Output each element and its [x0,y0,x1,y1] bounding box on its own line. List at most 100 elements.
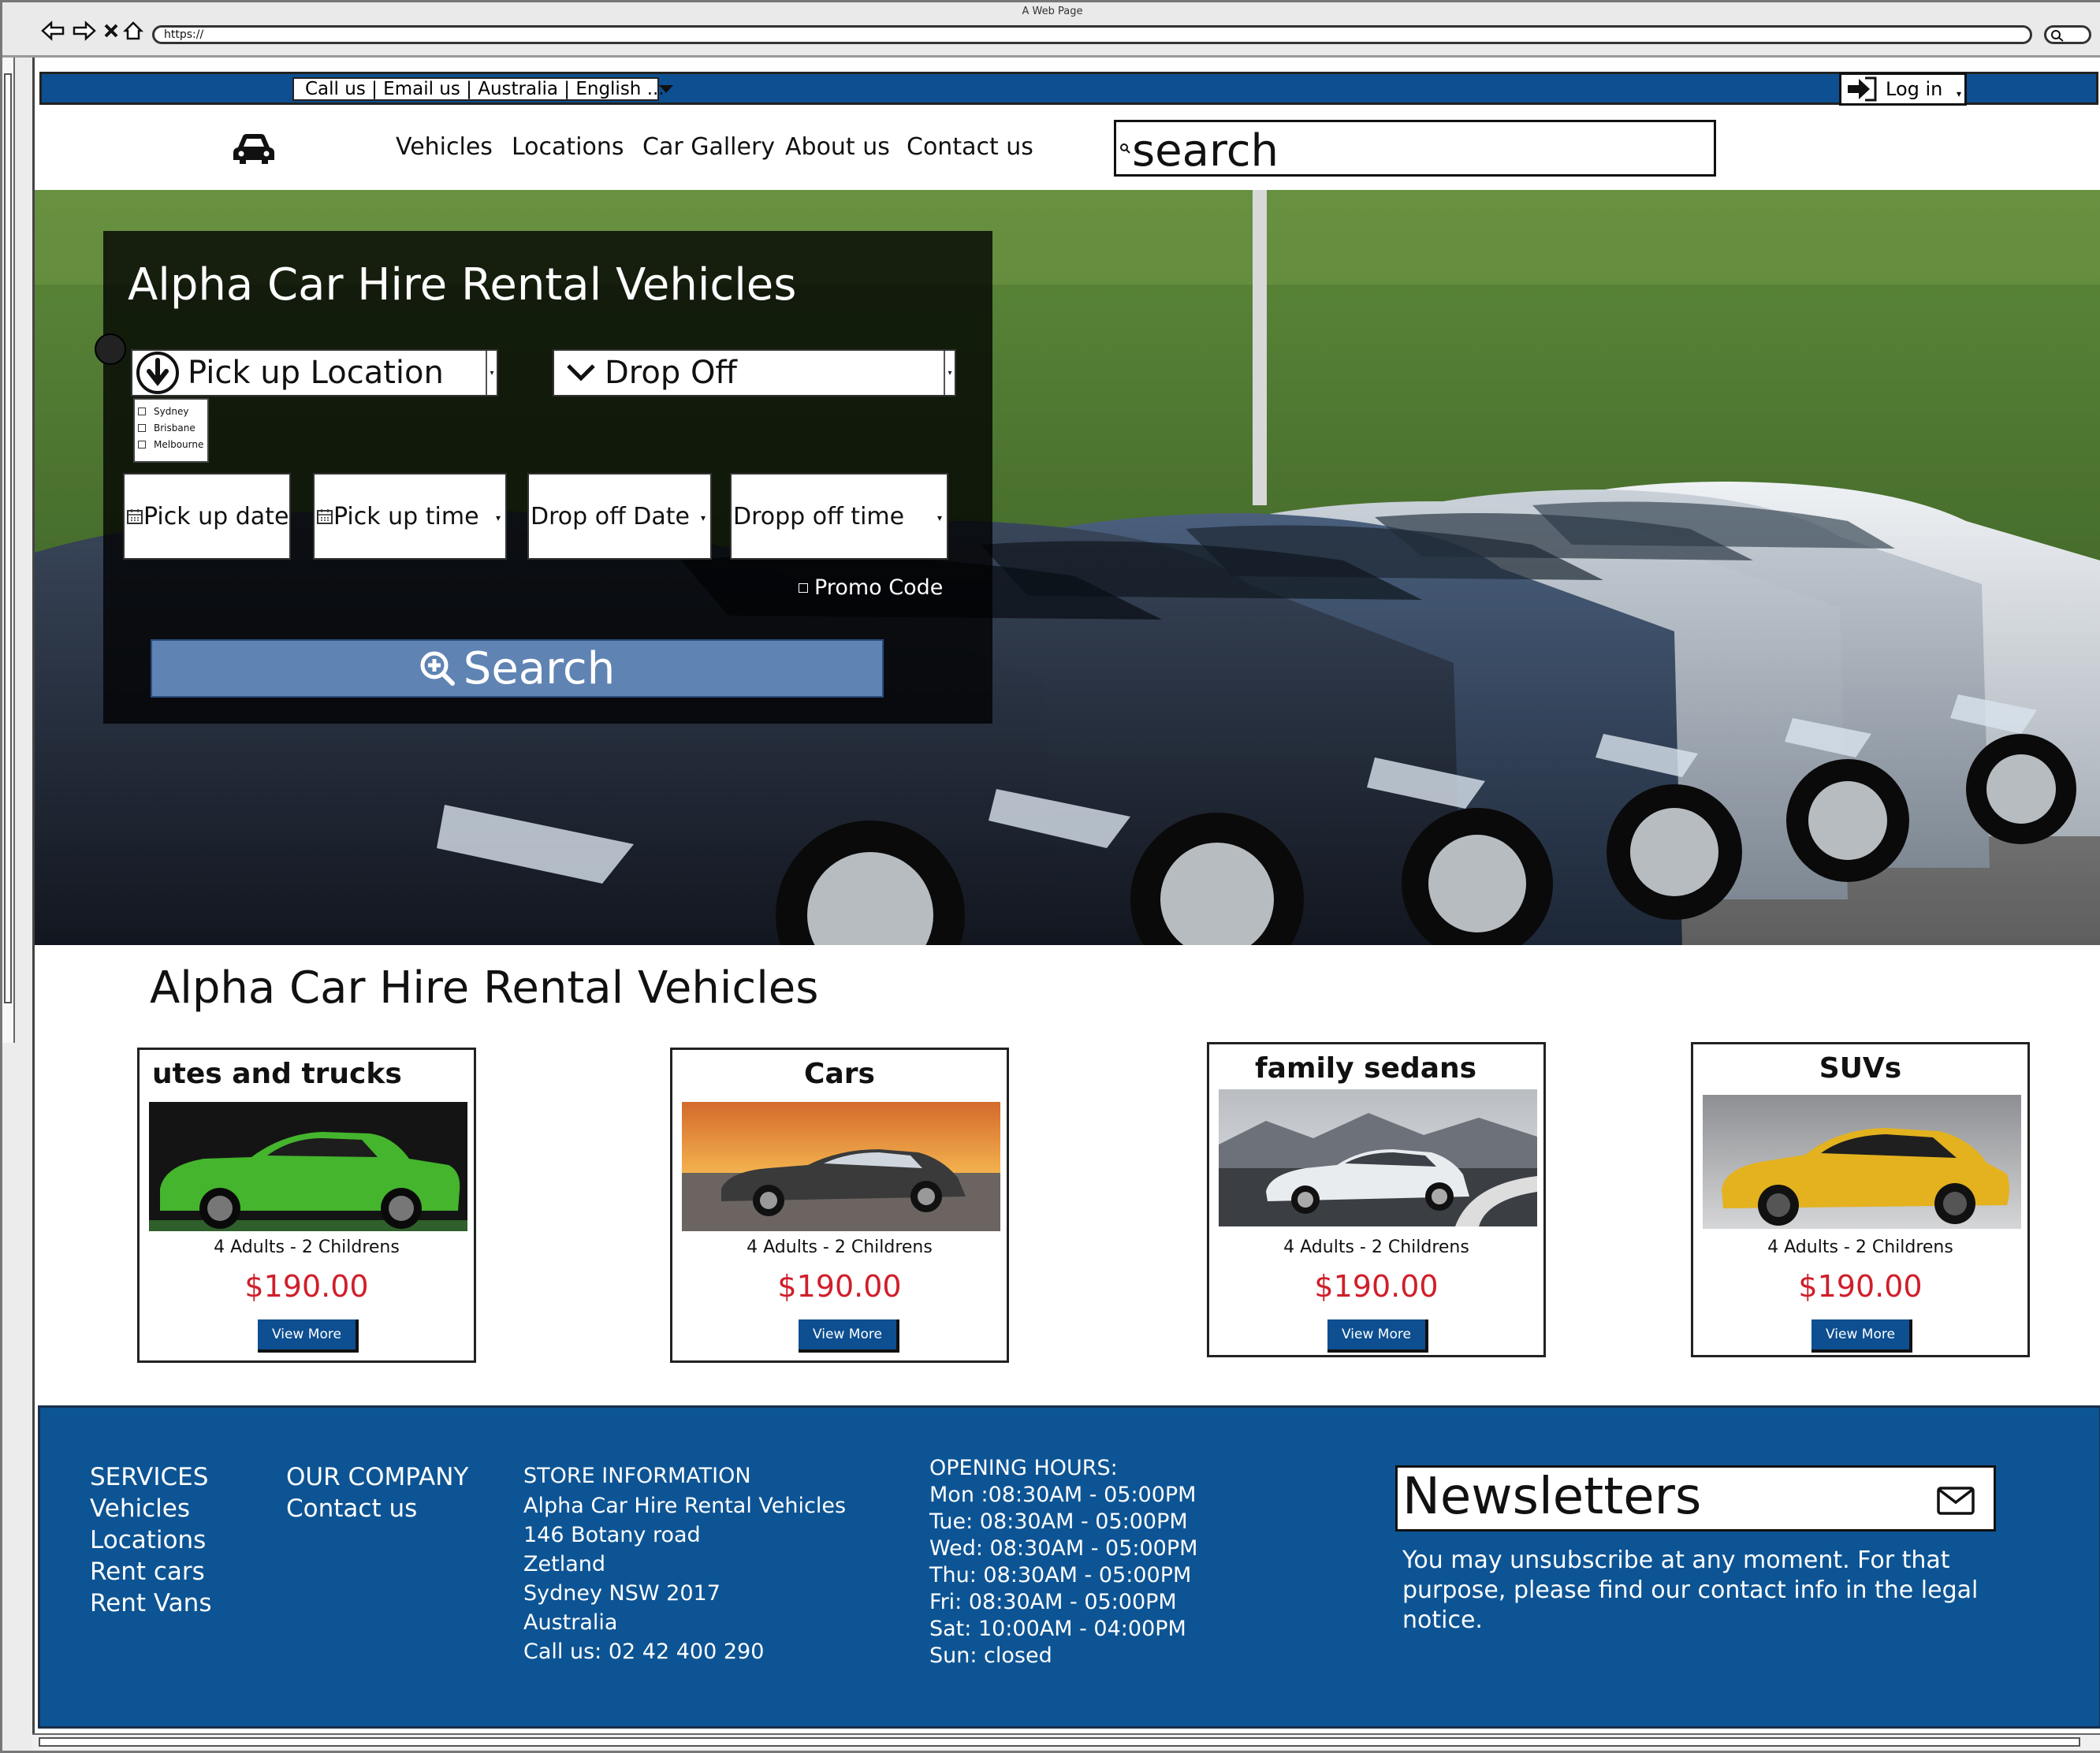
view-more-button[interactable]: View More [799,1319,899,1353]
footer-link-rent-vans[interactable]: Rent Vans [90,1587,211,1619]
footer-company: OUR COMPANY Contact us [286,1461,468,1524]
vehicles-section-title: Alpha Car Hire Rental Vehicles [150,962,819,1014]
vehicle-image [1219,1089,1537,1226]
dropoff-date-field[interactable]: Drop off Date ▾ [527,473,712,560]
checkbox[interactable] [138,440,146,448]
dropoff-time-label: Dropp off time [733,502,905,530]
chevron-down-icon: ▾ [1956,88,1961,99]
promo-code-label: Promo Code [814,575,944,600]
footer-link-rent-cars[interactable]: Rent cars [90,1556,211,1587]
pickup-location-label: Pick up Location [188,355,444,391]
view-more-button[interactable]: View More [258,1319,359,1353]
search-icon [1120,143,1130,154]
zoom-search-icon [420,651,455,686]
search-input[interactable]: search [1114,120,1716,177]
store-line: Australia [523,1610,618,1635]
nav-about-us[interactable]: About us [785,133,890,161]
dropoff-time-field[interactable]: Dropp off time ▾ [730,473,948,560]
location-option-label: Brisbane [154,422,195,434]
hours-line: Thu: 08:30AM - 05:00PM [929,1563,1192,1587]
collapse-toggle-icon[interactable] [95,333,126,365]
location-option-brisbane[interactable]: Brisbane [138,419,207,436]
main-nav: Vehicles Locations Car Gallery About us … [35,106,2100,190]
card-passengers: 4 Adults - 2 Childrens [1767,1238,1953,1257]
forward-icon[interactable] [72,18,97,43]
footer-heading: SERVICES [90,1463,209,1491]
vehicle-card-family-sedans[interactable]: family sedans 4 Adults - 2 Childrens $19… [1207,1042,1546,1357]
card-title: SUVs [1819,1052,1902,1085]
card-title: family sedans [1255,1052,1477,1085]
footer-heading: STORE INFORMATION [523,1464,751,1488]
contact-language-select[interactable]: Call us | Email us | Australia | English… [292,77,665,101]
footer-opening-hours: OPENING HOURS: Mon :08:30AM - 05:00PM Tu… [929,1455,1197,1669]
login-arrow-icon [1848,76,1877,102]
scrollbar-thumb[interactable] [4,73,12,1003]
scrollbar-thumb[interactable] [39,1737,2080,1747]
mail-icon[interactable] [1937,1487,1975,1515]
footer-services: SERVICES Vehicles Locations Rent cars Re… [90,1461,211,1619]
view-more-button[interactable]: View More [1811,1319,1912,1353]
search-placeholder: search [1132,125,1279,177]
store-line: 146 Botany road [523,1523,701,1547]
footer-link-vehicles[interactable]: Vehicles [90,1493,211,1524]
hours-line: Wed: 08:30AM - 05:00PM [929,1536,1198,1561]
promo-code-toggle[interactable]: Promo Code [799,575,943,600]
footer-link-contact-us[interactable]: Contact us [286,1493,468,1524]
vehicle-card-utes[interactable]: utes and trucks 4 Adults - 2 Childrens $… [137,1048,476,1363]
web-page: Call us | Email us | Australia | English… [32,58,2100,1744]
nav-car-gallery[interactable]: Car Gallery [642,133,775,161]
card-title: Cars [804,1058,875,1090]
pickup-date-label: Pick up date [143,502,289,530]
browser-search-field[interactable] [2044,25,2091,44]
hours-line: Fri: 08:30AM - 05:00PM [929,1590,1177,1614]
address-bar[interactable]: https:// [152,25,2032,44]
pickup-time-field[interactable]: Pick up time ▾ [313,473,507,560]
newsletter-title: Newsletters [1402,1468,1702,1526]
newsletter-signup[interactable]: Newsletters [1395,1465,1996,1532]
back-icon[interactable] [40,18,65,43]
footer-store-info: STORE INFORMATION Alpha Car Hire Rental … [523,1461,846,1666]
pickup-time-label: Pick up time [333,502,479,530]
window-title: A Web Page [1022,6,1083,17]
vehicle-card-suvs[interactable]: SUVs 4 Adults - 2 Childrens $190.00 View… [1691,1042,2030,1357]
card-title: utes and trucks [152,1058,402,1090]
checkbox[interactable] [138,407,146,415]
dropoff-date-label: Drop off Date [531,502,690,530]
pickup-date-field[interactable]: Pick up date [123,473,291,560]
pickup-location-select[interactable]: Pick up Location ▾ [131,349,498,396]
checkbox[interactable] [138,423,146,432]
vertical-scrollbar[interactable] [2,58,15,1043]
store-line: Zetland [523,1552,605,1576]
home-icon[interactable] [121,18,146,43]
card-passengers: 4 Adults - 2 Childrens [214,1238,400,1257]
chevron-down-icon[interactable] [659,85,673,93]
location-option-label: Melbourne [154,438,204,450]
newsletter-disclaimer: You may unsubscribe at any moment. For t… [1402,1546,1979,1634]
footer: SERVICES Vehicles Locations Rent cars Re… [38,1405,2100,1729]
login-label: Log in [1886,78,1943,100]
dropoff-location-select[interactable]: Drop Off ▾ [553,349,956,396]
pickup-location-list: Sydney Brisbane Melbourne [133,398,209,463]
vehicle-card-cars[interactable]: Cars 4 Adults - 2 Childrens $190.00 View… [670,1048,1009,1363]
nav-locations[interactable]: Locations [512,133,624,161]
booking-search-panel: Alpha Car Hire Rental Vehicles Pick up L… [95,231,992,724]
nav-contact-us[interactable]: Contact us [907,133,1033,161]
login-button[interactable]: Log in ▾ [1839,73,1967,106]
browser-chrome: A Web Page https:// [2,2,2100,58]
store-line: Alpha Car Hire Rental Vehicles [523,1494,847,1518]
chevron-down-icon: ▾ [936,512,942,523]
card-price: $190.00 [1314,1269,1439,1304]
search-button[interactable]: Search [151,639,884,698]
down-arrow-circle-icon [136,352,179,394]
horizontal-scrollbar[interactable] [32,1733,2100,1751]
car-logo-icon[interactable] [232,132,276,166]
promo-checkbox[interactable] [799,582,808,593]
location-option-melbourne[interactable]: Melbourne [138,436,207,452]
location-option-sydney[interactable]: Sydney [138,403,207,419]
footer-link-locations[interactable]: Locations [90,1524,211,1556]
hours-line: Mon :08:30AM - 05:00PM [929,1483,1197,1507]
card-price: $190.00 [244,1269,369,1304]
hours-line: Sat: 10:00AM - 04:00PM [929,1617,1186,1641]
nav-vehicles[interactable]: Vehicles [396,133,493,161]
view-more-button[interactable]: View More [1327,1319,1428,1353]
